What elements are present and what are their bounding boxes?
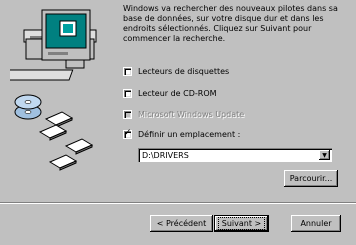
custom-location-label: Définir un emplacement :	[138, 129, 241, 139]
location-combobox[interactable]: D:\DRIVERS ▼	[138, 148, 332, 162]
location-input[interactable]: D:\DRIVERS	[138, 151, 319, 160]
custom-location-checkbox[interactable]	[123, 128, 132, 139]
computer-icon	[10, 9, 97, 81]
wizard-description: Windows va rechercher des nouveaux pilot…	[123, 4, 338, 43]
chevron-down-icon[interactable]: ▼	[319, 150, 330, 160]
option-floppy[interactable]: Lecteurs de disquettes	[123, 64, 229, 78]
back-button[interactable]: < Précédent	[150, 215, 213, 232]
cdrom-checkbox[interactable]	[123, 88, 132, 98]
cancel-button[interactable]: Annuler	[291, 215, 341, 232]
option-custom-location[interactable]: Définir un emplacement :	[123, 127, 240, 141]
cdrom-label: Lecteur de CD-ROM	[138, 88, 217, 98]
floppy-disk-icon	[38, 111, 94, 171]
floppy-label: Lecteurs de disquettes	[138, 66, 230, 76]
windows-update-label: Microsoft Windows Update	[138, 109, 245, 119]
driver-wizard-dialog: Windows va rechercher des nouveaux pilot…	[0, 0, 356, 245]
windows-update-checkbox	[123, 109, 132, 119]
option-cdrom[interactable]: Lecteur de CD-ROM	[123, 86, 217, 100]
option-windows-update: Microsoft Windows Update	[123, 107, 244, 121]
browse-button[interactable]: Parcourir...	[284, 170, 338, 187]
driver-search-illustration	[10, 9, 97, 171]
floppy-checkbox[interactable]	[123, 66, 132, 76]
cd-disc-icon	[14, 94, 42, 120]
divider	[0, 202, 356, 204]
next-button[interactable]: Suivant >	[214, 215, 269, 232]
